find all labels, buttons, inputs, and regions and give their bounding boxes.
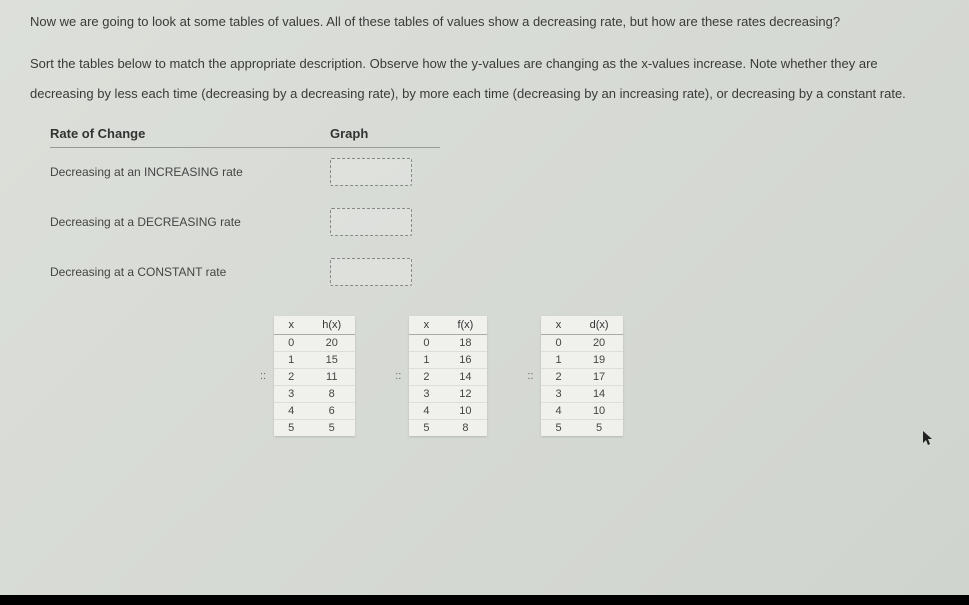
col-x-header: x — [274, 316, 308, 335]
table-row: 55 — [274, 420, 355, 437]
cell-y: 20 — [308, 335, 355, 352]
cell-y: 6 — [308, 403, 355, 420]
sort-label: Decreasing at a DECREASING rate — [50, 215, 330, 229]
sort-label: Decreasing at an INCREASING rate — [50, 165, 330, 179]
cell-y: 14 — [443, 369, 487, 386]
cell-x: 1 — [541, 352, 575, 369]
cell-y: 17 — [576, 369, 623, 386]
col-x-header: x — [541, 316, 575, 335]
cursor-icon — [923, 431, 935, 450]
data-table: x f(x) 018 116 214 312 410 58 — [409, 316, 487, 436]
cell-y: 15 — [308, 352, 355, 369]
tables-row: :: x h(x) 020 115 211 38 46 55 :: — [260, 316, 939, 436]
cell-x: 2 — [274, 369, 308, 386]
cell-x: 4 — [409, 403, 443, 420]
cell-x: 5 — [541, 420, 575, 437]
intro-text: Now we are going to look at some tables … — [30, 10, 939, 35]
cell-x: 4 — [274, 403, 308, 420]
cell-y: 5 — [308, 420, 355, 437]
data-table: x d(x) 020 119 217 314 410 55 — [541, 316, 622, 436]
col-x-header: x — [409, 316, 443, 335]
table-row: 020 — [541, 335, 622, 352]
cell-y: 8 — [308, 386, 355, 403]
cell-x: 0 — [409, 335, 443, 352]
cell-x: 3 — [409, 386, 443, 403]
cell-y: 14 — [576, 386, 623, 403]
cell-x: 2 — [409, 369, 443, 386]
table-row: 119 — [541, 352, 622, 369]
table-row: 314 — [541, 386, 622, 403]
header-rate: Rate of Change — [50, 126, 330, 141]
table-row: 38 — [274, 386, 355, 403]
bottom-bar — [0, 595, 969, 605]
table-row: 46 — [274, 403, 355, 420]
data-table: x h(x) 020 115 211 38 46 55 — [274, 316, 355, 436]
cell-x: 4 — [541, 403, 575, 420]
sort-area: Rate of Change Graph Decreasing at an IN… — [50, 126, 939, 286]
cell-y: 16 — [443, 352, 487, 369]
cell-x: 2 — [541, 369, 575, 386]
drag-handle-icon[interactable]: :: — [395, 370, 401, 382]
drag-handle-icon[interactable]: :: — [260, 370, 266, 382]
table-row: 115 — [274, 352, 355, 369]
col-y-header: f(x) — [443, 316, 487, 335]
table-row: 116 — [409, 352, 487, 369]
cell-y: 11 — [308, 369, 355, 386]
table-row: 211 — [274, 369, 355, 386]
drop-zone-constant[interactable] — [330, 258, 412, 286]
cell-x: 1 — [409, 352, 443, 369]
cell-y: 10 — [443, 403, 487, 420]
table-row: 018 — [409, 335, 487, 352]
cell-y: 20 — [576, 335, 623, 352]
table-f[interactable]: :: x f(x) 018 116 214 312 410 58 — [395, 316, 487, 436]
drop-zone-decreasing[interactable] — [330, 208, 412, 236]
table-row: 020 — [274, 335, 355, 352]
sort-row-increasing: Decreasing at an INCREASING rate — [50, 158, 939, 186]
table-d[interactable]: :: x d(x) 020 119 217 314 410 55 — [527, 316, 622, 436]
sort-label: Decreasing at a CONSTANT rate — [50, 265, 330, 279]
cell-x: 5 — [409, 420, 443, 437]
cell-x: 5 — [274, 420, 308, 437]
table-row: 312 — [409, 386, 487, 403]
table-row: 55 — [541, 420, 622, 437]
cell-x: 0 — [274, 335, 308, 352]
cell-x: 3 — [541, 386, 575, 403]
cell-y: 18 — [443, 335, 487, 352]
sort-row-constant: Decreasing at a CONSTANT rate — [50, 258, 939, 286]
cell-y: 10 — [576, 403, 623, 420]
col-y-header: h(x) — [308, 316, 355, 335]
table-row: 410 — [541, 403, 622, 420]
cell-x: 1 — [274, 352, 308, 369]
table-row: 217 — [541, 369, 622, 386]
sort-header: Rate of Change Graph — [50, 126, 440, 148]
cell-x: 3 — [274, 386, 308, 403]
table-row: 214 — [409, 369, 487, 386]
header-graph: Graph — [330, 126, 368, 141]
cell-x: 0 — [541, 335, 575, 352]
col-y-header: d(x) — [576, 316, 623, 335]
cell-y: 8 — [443, 420, 487, 437]
instructions-text: Sort the tables below to match the appro… — [30, 49, 939, 109]
table-row: 410 — [409, 403, 487, 420]
table-h[interactable]: :: x h(x) 020 115 211 38 46 55 — [260, 316, 355, 436]
cell-y: 19 — [576, 352, 623, 369]
drag-handle-icon[interactable]: :: — [527, 370, 533, 382]
cell-y: 12 — [443, 386, 487, 403]
drop-zone-increasing[interactable] — [330, 158, 412, 186]
sort-row-decreasing: Decreasing at a DECREASING rate — [50, 208, 939, 236]
table-row: 58 — [409, 420, 487, 437]
cell-y: 5 — [576, 420, 623, 437]
